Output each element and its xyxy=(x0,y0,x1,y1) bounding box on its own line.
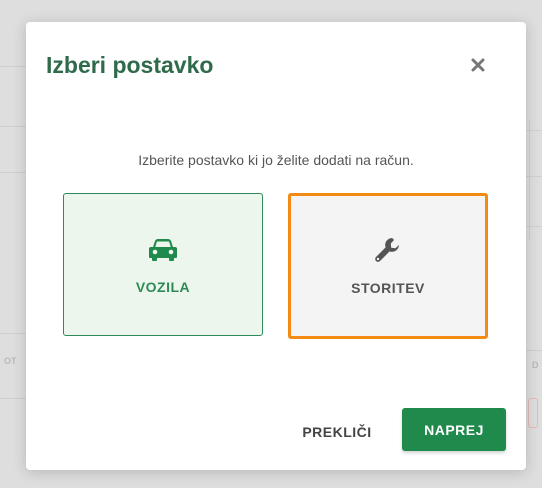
close-icon xyxy=(471,58,485,72)
background-divider xyxy=(0,172,26,173)
option-services-label: STORITEV xyxy=(351,280,425,296)
option-vehicles-label: VOZILA xyxy=(135,278,191,295)
option-services[interactable]: STORITEV xyxy=(288,193,488,339)
option-vehicles[interactable]: VOZILA xyxy=(63,193,263,336)
background-divider xyxy=(0,333,26,334)
select-item-dialog: Izberi postavko Izberite postavko ki jo … xyxy=(26,22,526,470)
background-divider xyxy=(0,398,26,399)
background-divider xyxy=(526,350,542,351)
background-text-fragment: D xyxy=(532,360,539,370)
dialog-instruction: Izberite postavko ki jo želite dodati na… xyxy=(138,152,414,168)
background-field xyxy=(528,398,538,428)
wrench-icon xyxy=(373,236,403,266)
background-text-fragment: OT xyxy=(4,356,17,366)
car-icon xyxy=(148,235,178,265)
background-divider xyxy=(529,120,530,240)
close-button[interactable] xyxy=(468,55,488,75)
dialog-title: Izberi postavko xyxy=(46,52,214,78)
cancel-button[interactable]: PREKLIČI xyxy=(302,420,372,444)
next-button[interactable]: NAPREJ xyxy=(402,408,506,451)
background-divider xyxy=(0,66,26,67)
background-divider xyxy=(0,126,26,127)
